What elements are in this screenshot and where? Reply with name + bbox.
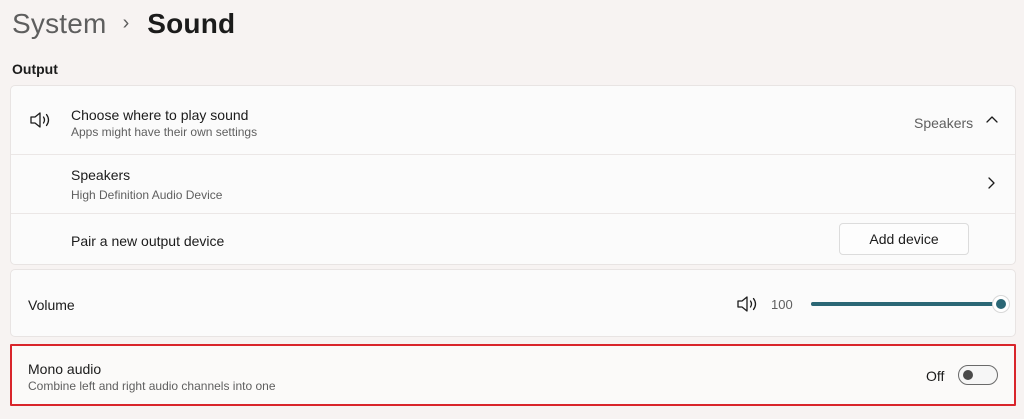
choose-output-title: Choose where to play sound [71,107,249,123]
choose-output-subtitle: Apps might have their own settings [71,125,258,139]
speakers-device-row[interactable]: Speakers High Definition Audio Device [11,154,1015,213]
volume-slider-thumb[interactable] [992,295,1010,313]
speakers-subtitle: High Definition Audio Device [71,188,223,202]
output-section-label: Output [12,61,58,77]
breadcrumb: System › Sound [12,4,235,44]
chevron-up-icon[interactable] [985,114,999,124]
volume-speaker-icon[interactable] [736,294,760,314]
mono-audio-title: Mono audio [28,361,102,377]
chevron-right-icon [988,177,995,189]
page-title: Sound [147,8,236,39]
mono-audio-state: Off [926,368,945,384]
mono-audio-subtitle: Combine left and right audio channels in… [28,379,276,393]
speakers-title: Speakers [71,167,131,183]
volume-value: 100 [771,297,793,312]
selected-output-value: Speakers [914,115,974,131]
breadcrumb-separator: › [122,11,130,34]
mono-audio-card: Mono audio Combine left and right audio … [10,344,1016,406]
volume-slider-track[interactable] [811,302,1001,306]
volume-label: Volume [28,297,75,313]
volume-slider-fill [811,302,1001,306]
sound-settings-page: System › Sound Output Choose where to pl… [0,0,1024,419]
output-card: Choose where to play sound Apps might ha… [10,85,1016,265]
pair-device-title: Pair a new output device [71,233,225,249]
add-device-button[interactable]: Add device [839,223,969,255]
volume-slider-thumb-dot [996,299,1006,309]
mono-audio-toggle-knob [963,370,973,380]
breadcrumb-system-link[interactable]: System [12,8,107,40]
mono-audio-toggle[interactable] [958,365,998,385]
volume-card: Volume 100 [10,269,1016,337]
pair-device-row: Pair a new output device Add device [11,213,1015,265]
speaker-icon [30,112,50,128]
choose-output-row[interactable]: Choose where to play sound Apps might ha… [11,86,1015,154]
